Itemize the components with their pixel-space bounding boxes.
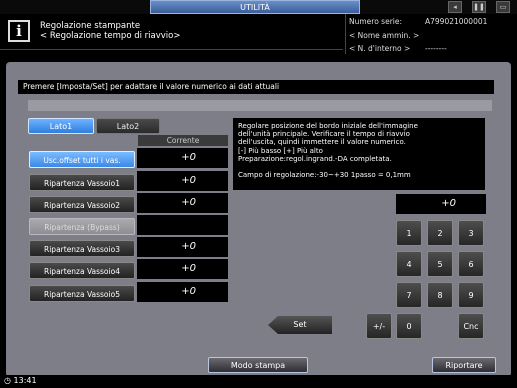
row-tray2-button[interactable]: Ripartenza Vassoio2 [29,196,135,213]
tab-lato2[interactable]: Lato2 [96,118,160,134]
row-tray3-button[interactable]: Ripartenza Vassoio3 [29,240,135,257]
serial-label: Numero serie: [349,17,403,26]
restore-button[interactable]: Riportare [432,357,496,373]
internal-number-label: < N. d'interno > [349,44,411,53]
key-1[interactable]: 1 [396,220,422,246]
row-bypass-button: Ripartenza (Bypass) [29,218,135,235]
utilita-tab[interactable]: UTILITÀ [150,0,360,14]
row-tray1-value: +0 [137,171,228,191]
set-button[interactable]: Set [268,316,332,334]
print-mode-button[interactable]: Modo stampa [208,357,308,373]
row-bypass-value [137,215,228,235]
row-offset-all-trays-value: +0 [137,148,228,168]
divider-bar [28,100,492,111]
clock: ◷ 13:41 [4,376,37,385]
row-tray5-value: +0 [137,282,228,302]
key-0[interactable]: 0 [396,313,422,339]
page-title: Regolazione stampante < Regolazione tempo… [40,21,181,41]
key-8[interactable]: 8 [427,282,453,308]
range-text: Campo di regolazione:-30~+30 1passo = 0,… [238,171,411,180]
info-icon: i [8,20,30,42]
status-bar [0,375,517,388]
key-3[interactable]: 3 [458,220,484,246]
row-tray1-button[interactable]: Ripartenza Vassoio1 [29,174,135,191]
display-icon[interactable]: ▭ [496,1,510,13]
row-offset-all-trays-button[interactable]: Usc.offset tutti i vas. [29,151,135,168]
key-6[interactable]: 6 [458,251,484,277]
title-line2: < Regolazione tempo di riavvio> [40,31,181,41]
key-clear[interactable]: Cnc [458,313,484,339]
current-column-header: Corrente [138,135,228,146]
tab-lato1[interactable]: Lato1 [28,118,94,134]
clock-time: 13:41 [13,376,37,385]
input-value-display: +0 [396,194,486,214]
row-tray4-button[interactable]: Ripartenza Vassoio4 [29,262,135,279]
row-tray4-value: +0 [137,259,228,279]
key-5[interactable]: 5 [427,251,453,277]
description-text: Regolare posizione del bordo iniziale de… [238,122,418,163]
description-box: Regolare posizione del bordo iniziale de… [233,118,485,190]
row-tray3-value: +0 [137,237,228,257]
key-plus-minus[interactable]: +/- [366,313,392,339]
admin-name-label: < Nome ammin. > [349,31,420,40]
internal-number-value: -------- [425,44,447,53]
clock-icon: ◷ [4,376,11,385]
speaker-icon[interactable]: ◂ [448,1,462,13]
pause-icon[interactable]: ❚❚ [472,1,486,13]
title-line1: Regolazione stampante [40,21,141,31]
key-4[interactable]: 4 [396,251,422,277]
row-tray5-button[interactable]: Ripartenza Vassoio5 [29,285,135,302]
key-7[interactable]: 7 [396,282,422,308]
serial-value: A799021000001 [425,17,488,26]
key-2[interactable]: 2 [427,220,453,246]
instruction-message: Premere [Imposta/Set] per adattare il va… [18,80,494,94]
row-tray2-value: +0 [137,193,228,213]
key-9[interactable]: 9 [458,282,484,308]
